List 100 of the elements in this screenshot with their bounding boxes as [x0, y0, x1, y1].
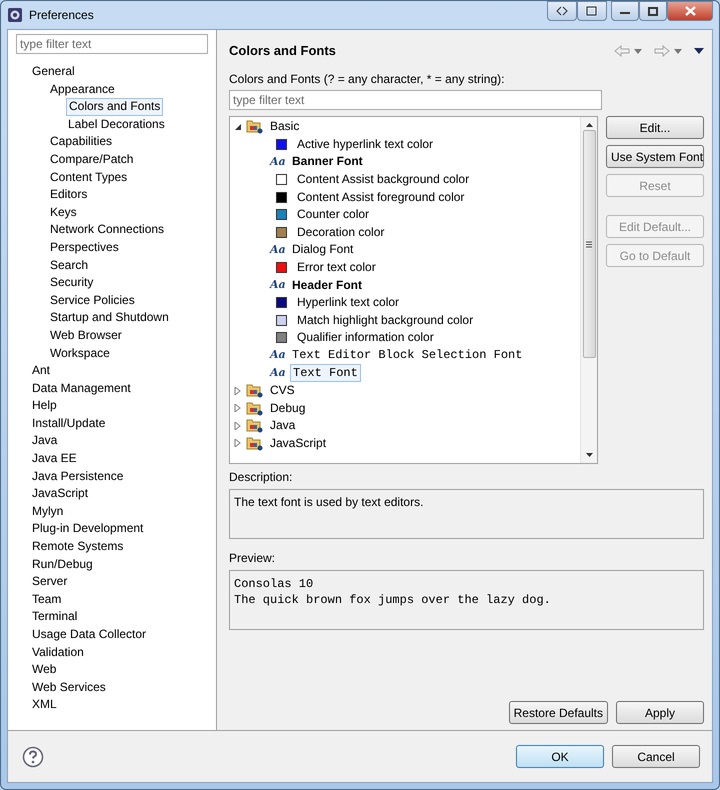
tree-item[interactable]: Text Editor Block Selection Font [290, 346, 524, 364]
tree-item[interactable]: Service Policies [48, 292, 137, 310]
tree-item[interactable]: Keys [48, 204, 79, 222]
tree-item[interactable]: Banner Font [290, 153, 365, 171]
expand-icon[interactable] [234, 386, 242, 395]
filter-field[interactable]: type filter text [229, 90, 602, 110]
tree-item[interactable]: Usage Data Collector [30, 626, 148, 644]
tree-item[interactable]: Search [48, 256, 90, 274]
tree-item[interactable]: Startup and Shutdown [48, 309, 171, 327]
tree-item[interactable]: Match highlight background color [295, 312, 476, 330]
tree-item[interactable]: Basic [268, 118, 302, 136]
tree-item[interactable]: CVS [268, 382, 297, 400]
dialog-button[interactable]: OK [516, 745, 604, 768]
window-icon [586, 6, 598, 16]
minimize-button[interactable] [611, 1, 639, 21]
app-icon [7, 7, 23, 23]
tree-item[interactable]: Install/Update [30, 414, 108, 432]
preview-line: The quick brown fox jumps over the lazy dog. [234, 592, 552, 608]
tree-item[interactable]: Workspace [48, 344, 112, 362]
tree-item[interactable]: Terminal [30, 608, 80, 626]
title-button[interactable] [547, 1, 577, 21]
tree-item[interactable]: Ant [30, 362, 52, 380]
tree-item[interactable]: Content Assist foreground color [295, 188, 466, 206]
dropdown-icon[interactable] [674, 48, 682, 54]
tree-item[interactable]: JavaScript [30, 485, 90, 503]
tree-item[interactable]: Error text color [295, 258, 378, 276]
tree-item[interactable]: Dialog Font [290, 241, 356, 259]
tree-item[interactable]: Hyperlink text color [295, 294, 402, 312]
split-icon [556, 6, 568, 16]
tree-item[interactable]: Colors and Fonts [66, 98, 164, 116]
tree-item[interactable]: Qualifier information color [295, 329, 436, 347]
preview-line: Consolas 10 [234, 576, 314, 592]
close-icon [684, 6, 696, 16]
tree-item[interactable]: Label Decorations [66, 116, 167, 134]
expand-icon[interactable] [234, 404, 242, 412]
tree-item[interactable]: Server [30, 573, 70, 591]
help-icon[interactable] [22, 746, 44, 768]
tree-item[interactable]: Java EE [30, 450, 79, 468]
tree-item[interactable]: Web Browser [48, 326, 124, 344]
tree-item[interactable]: JavaScript [268, 434, 328, 452]
tree-item[interactable]: Web Services [30, 678, 108, 696]
tree-item[interactable]: Validation [30, 644, 86, 662]
tree-item[interactable]: Decoration color [295, 224, 386, 242]
tree-item[interactable]: Java Persistence [30, 468, 126, 486]
tree-item[interactable]: Header Font [290, 276, 364, 294]
scroll-up-icon[interactable] [586, 123, 592, 127]
font-icon: Aa [270, 242, 286, 258]
tree-item[interactable]: Web [30, 661, 58, 679]
expand-icon[interactable] [234, 422, 242, 430]
maximize-button[interactable] [639, 1, 667, 21]
scroll-down-icon[interactable] [586, 453, 592, 457]
font-icon: Aa [270, 276, 286, 294]
side-button[interactable]: Edit... [606, 116, 704, 139]
close-button[interactable] [667, 1, 713, 21]
tree-item[interactable]: Appearance [48, 80, 117, 98]
tree-item[interactable]: General [30, 63, 77, 81]
page-title: Colors and Fonts [229, 42, 336, 60]
maximize-icon [648, 6, 658, 16]
tree-item[interactable]: XML [30, 696, 59, 714]
tree-item[interactable]: Security [48, 274, 96, 292]
dialog-button[interactable]: Cancel [612, 745, 700, 768]
tree-item[interactable]: Text Font [290, 364, 361, 382]
side-button[interactable]: Use System Font [606, 145, 704, 168]
menu-icon[interactable] [694, 48, 704, 54]
tree-item[interactable]: Team [30, 590, 64, 608]
title-button[interactable] [577, 1, 607, 21]
tree-item[interactable]: Java [268, 417, 298, 435]
scrollbar-thumb[interactable] [582, 130, 596, 358]
expand-icon[interactable] [234, 439, 242, 448]
tree-item[interactable]: Mylyn [30, 502, 66, 520]
collapse-icon[interactable] [234, 122, 242, 131]
tree-item[interactable]: Perspectives [48, 238, 121, 257]
description-text: The text font is used by text editors. [234, 495, 424, 509]
page-button[interactable]: Apply [616, 701, 704, 724]
tree-item[interactable]: Counter color [295, 206, 372, 224]
filter-field[interactable]: type filter text [16, 34, 208, 54]
tree-item[interactable]: Help [30, 397, 59, 415]
folder-icon [246, 418, 264, 434]
tree-item[interactable]: Run/Debug [30, 556, 95, 574]
dropdown-icon[interactable] [634, 48, 642, 54]
folder-icon [246, 383, 264, 398]
page-button[interactable]: Restore Defaults [508, 701, 608, 724]
tree-item[interactable]: Network Connections [48, 221, 166, 239]
tree-item[interactable]: Compare/Patch [48, 150, 136, 169]
tree-item[interactable]: Data Management [30, 380, 133, 398]
folder-icon [246, 436, 264, 451]
tree-item[interactable]: Java [30, 432, 60, 450]
tree-item[interactable]: Active hyperlink text color [295, 136, 436, 154]
tree-item[interactable]: Content Types [48, 168, 130, 186]
font-icon: Aa [270, 364, 286, 382]
folder-icon [246, 119, 264, 134]
tree-item[interactable]: Content Assist background color [295, 170, 472, 188]
filter-label: Colors and Fonts (? = any character, * = any string): [229, 71, 506, 88]
folder-icon [246, 400, 264, 416]
tree-item[interactable]: Debug [268, 400, 308, 418]
tree-item[interactable]: Capabilities [48, 133, 114, 151]
font-icon: Aa [270, 154, 286, 170]
tree-item[interactable]: Remote Systems [30, 538, 126, 556]
tree-item[interactable]: Plug-in Development [30, 520, 146, 538]
tree-item[interactable]: Editors [48, 186, 90, 204]
